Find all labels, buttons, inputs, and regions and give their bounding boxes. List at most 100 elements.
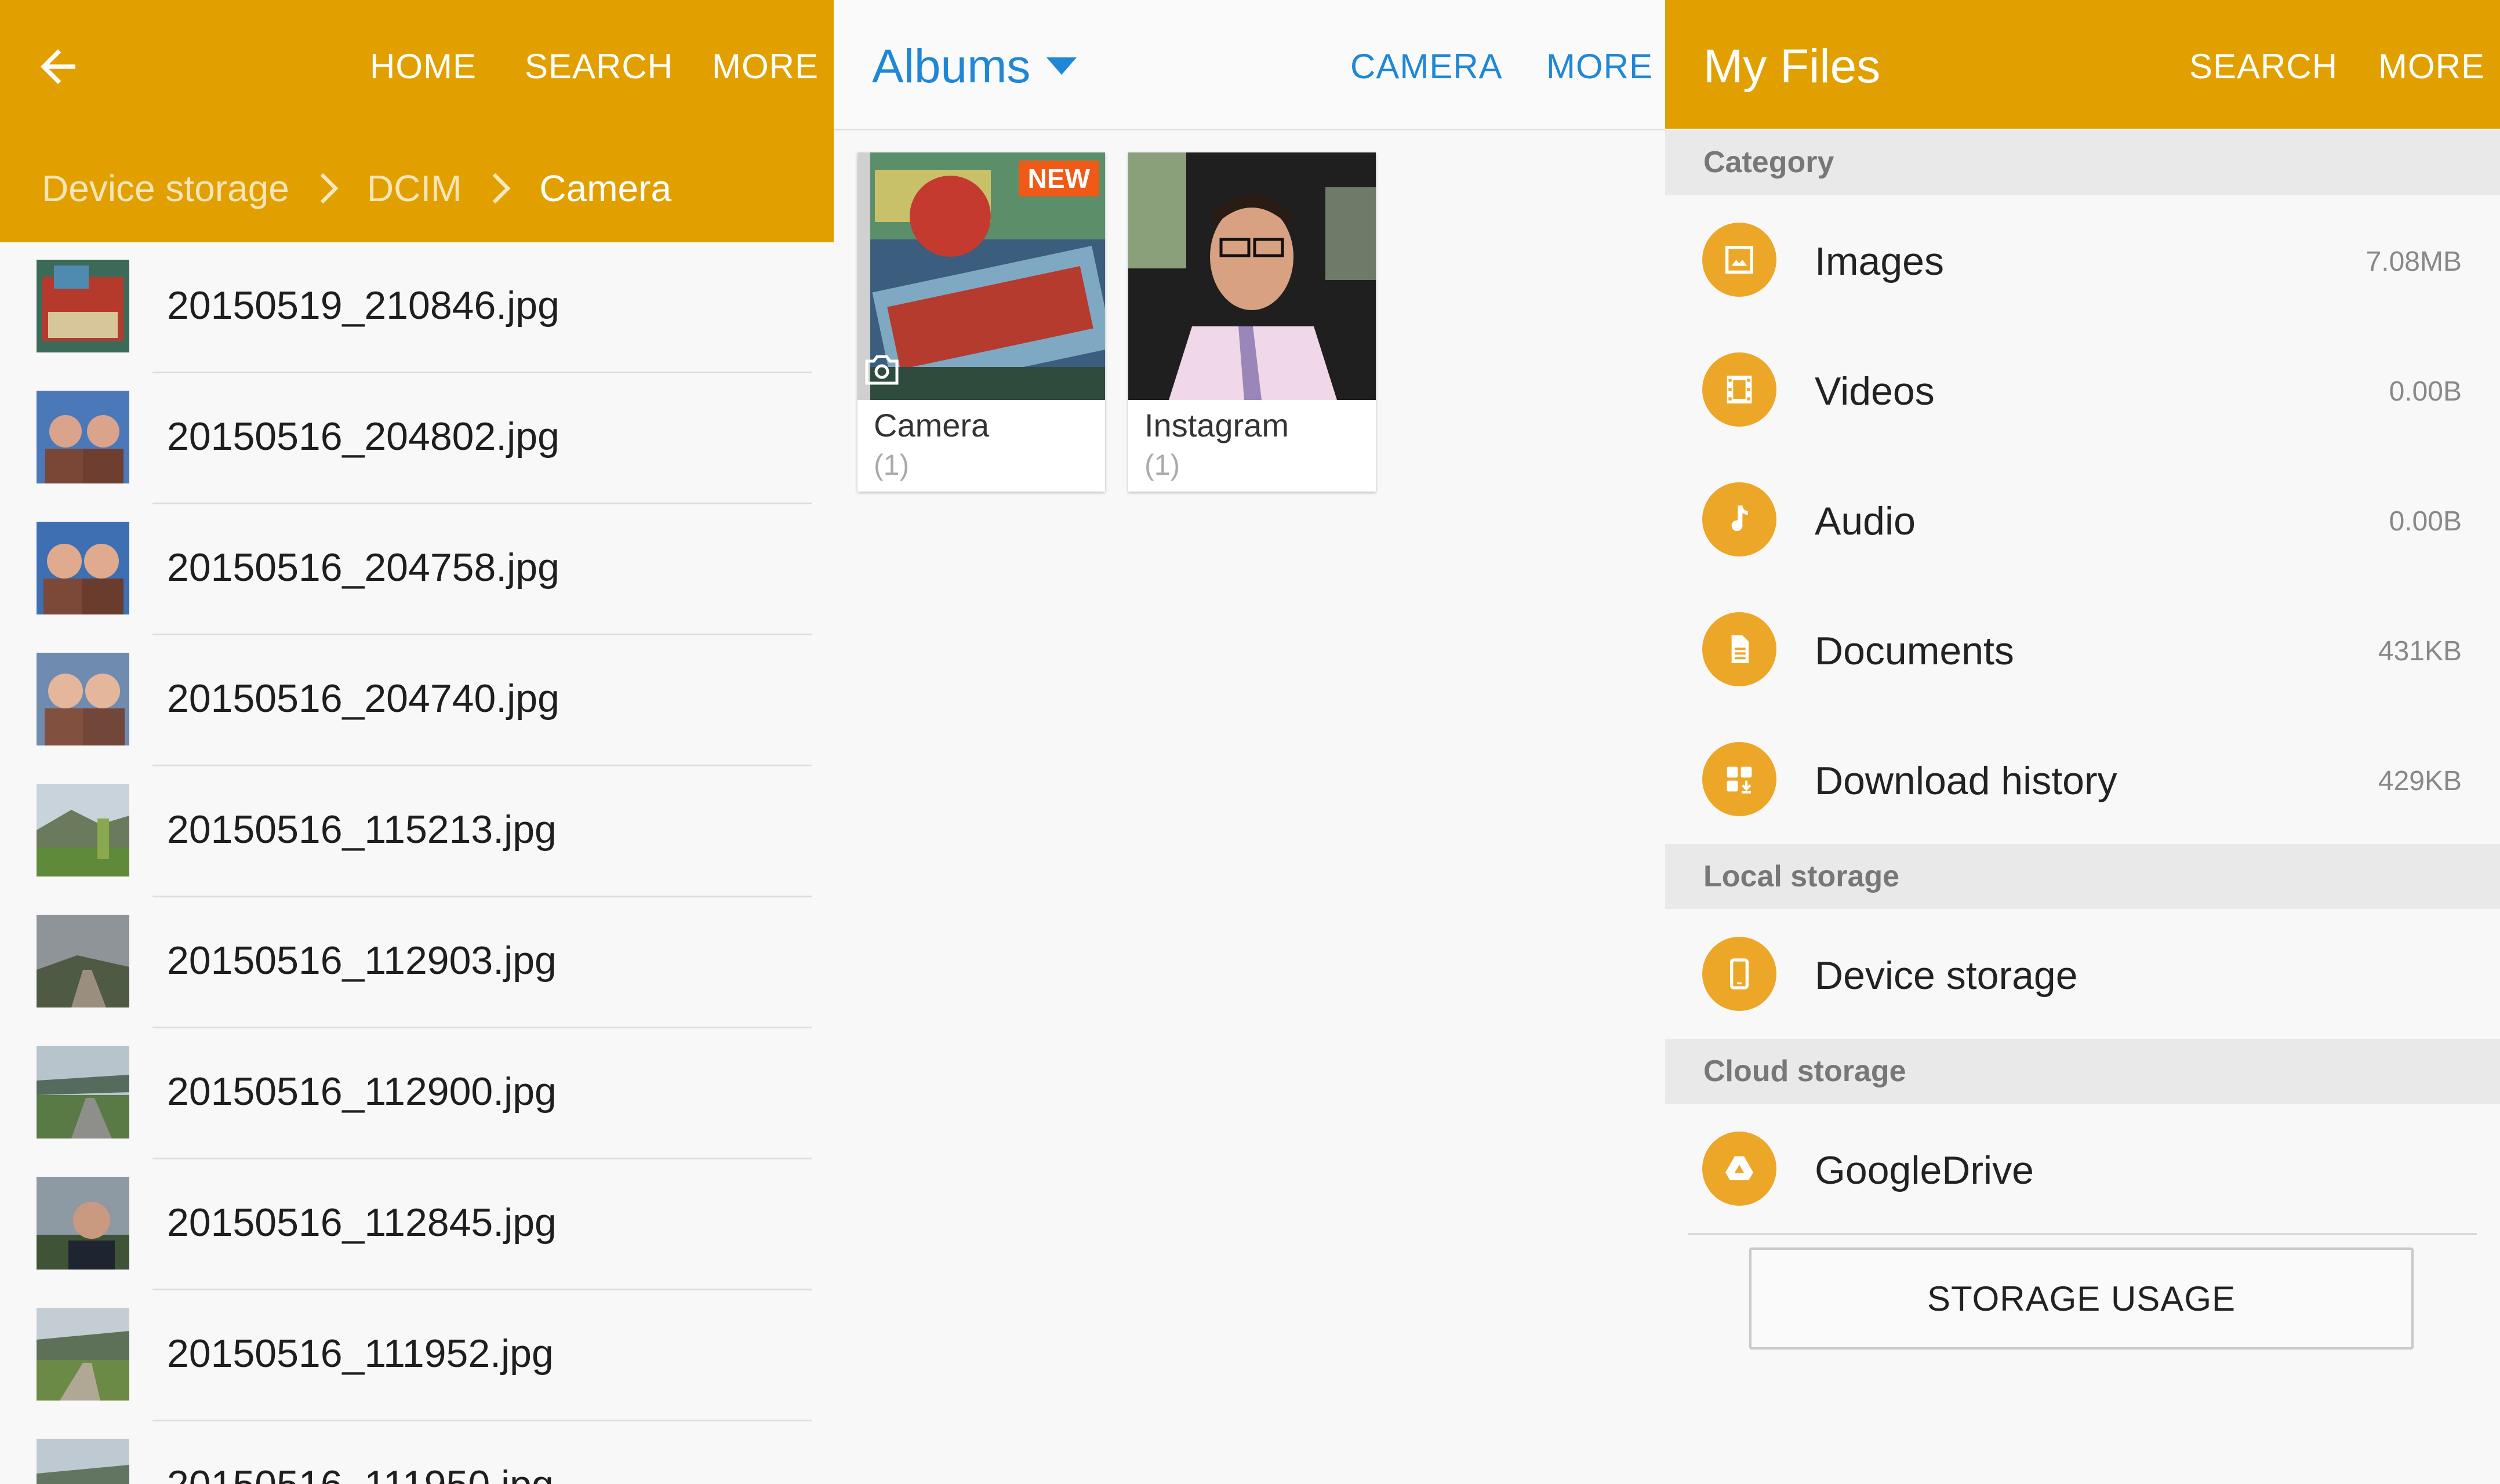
divider (1688, 1233, 2477, 1235)
album-cover: NEW (857, 152, 1105, 400)
section-label: Local storage (1703, 860, 1900, 893)
breadcrumb: Device storage DCIM Camera (42, 165, 671, 212)
google-drive-icon (1702, 1132, 1776, 1206)
category-size: 0.00B (2389, 506, 2462, 537)
list-item[interactable]: 20150516_112845.jpg (0, 1159, 834, 1290)
file-name: 20150516_115213.jpg (167, 808, 557, 852)
category-download-history[interactable]: Download history 429KB (1665, 714, 2500, 844)
file-thumbnail (37, 391, 129, 483)
category-size: 7.08MB (2365, 246, 2462, 277)
file-name: 20150516_112903.jpg (167, 939, 557, 983)
list-item[interactable]: 20150516_204758.jpg (0, 504, 834, 635)
file-thumbnail (37, 1177, 129, 1270)
breadcrumb-device-storage[interactable]: Device storage (42, 167, 289, 210)
category-label: Audio (1815, 499, 1916, 543)
file-thumbnail (37, 1046, 129, 1139)
image-icon (1702, 223, 1776, 297)
list-item[interactable]: 20150516_115213.jpg (0, 766, 834, 897)
chevron-right-icon (493, 173, 511, 204)
document-icon (1702, 612, 1776, 686)
list-item[interactable]: 20150516_112903.jpg (0, 897, 834, 1028)
file-thumbnail (37, 915, 129, 1007)
category-size: 431KB (2378, 636, 2462, 667)
breadcrumb-dcim[interactable]: DCIM (367, 167, 462, 210)
album-cover (1128, 152, 1376, 400)
file-browser-header: HOME SEARCH MORE Device storage DCIM Cam… (0, 0, 834, 242)
gallery-panel: Albums CAMERA MORE NEW Camera (1) Instag… (834, 0, 1665, 1484)
file-browser-panel: HOME SEARCH MORE Device storage DCIM Cam… (0, 0, 834, 1484)
search-button[interactable]: SEARCH (2189, 46, 2338, 86)
section-header-local-storage: Local storage (1665, 844, 2500, 909)
category-label: Images (1815, 239, 1944, 283)
album-cover-image (1128, 152, 1376, 400)
list-item[interactable]: 20150516_111952.jpg (0, 1290, 834, 1421)
category-label: Documents (1815, 629, 2014, 673)
album-name: Instagram (1144, 407, 1289, 443)
more-button[interactable]: MORE (712, 46, 819, 86)
category-label: Videos (1815, 369, 1935, 413)
list-item[interactable]: 20150516_112900.jpg (0, 1028, 834, 1159)
breadcrumb-camera[interactable]: Camera (539, 167, 671, 210)
storage-label: GoogleDrive (1815, 1148, 2034, 1192)
caret-down-icon (1046, 57, 1077, 75)
chevron-right-icon (320, 173, 339, 204)
page-title: My Files (1703, 40, 1881, 93)
list-item[interactable]: 20150519_210846.jpg (0, 242, 834, 373)
section-label: Cloud storage (1703, 1054, 1906, 1088)
file-name: 20150519_210846.jpg (167, 283, 559, 328)
local-device-storage[interactable]: Device storage (1665, 909, 2500, 1039)
gallery-header: Albums CAMERA MORE (834, 0, 1665, 130)
music-note-icon (1702, 482, 1776, 556)
file-thumbnail (37, 1308, 129, 1401)
film-icon (1702, 352, 1776, 427)
cloud-google-drive[interactable]: GoogleDrive (1665, 1104, 2500, 1234)
file-name: 20150516_204740.jpg (167, 676, 559, 721)
file-name: 20150516_204758.jpg (167, 545, 559, 590)
arrow-left-icon[interactable] (32, 41, 84, 93)
album-card-camera[interactable]: NEW Camera (1) (857, 152, 1105, 492)
category-images[interactable]: Images 7.08MB (1665, 195, 2500, 325)
section-header-category: Category (1665, 130, 2500, 195)
file-name: 20150516_112900.jpg (167, 1070, 557, 1114)
my-files-header: My Files SEARCH MORE (1665, 0, 2500, 129)
file-thumbnail (37, 784, 129, 876)
category-size: 0.00B (2389, 376, 2462, 407)
list-item[interactable]: 20150516_111950.jpg (0, 1421, 834, 1484)
category-audio[interactable]: Audio 0.00B (1665, 454, 2500, 584)
album-name: Camera (874, 407, 990, 443)
album-count: (1) (874, 449, 910, 481)
section-header-cloud-storage: Cloud storage (1665, 1039, 2500, 1104)
file-thumbnail (37, 653, 129, 745)
category-label: Download history (1815, 759, 2117, 803)
file-thumbnail (37, 260, 129, 352)
file-name: 20150516_204802.jpg (167, 414, 559, 459)
my-files-panel: My Files SEARCH MORE Category Images 7.0… (1665, 0, 2500, 1484)
new-badge: NEW (1018, 161, 1099, 197)
download-history-icon (1702, 742, 1776, 816)
album-card-instagram[interactable]: Instagram (1) (1128, 152, 1376, 492)
albums-dropdown[interactable]: Albums (872, 39, 1077, 94)
file-thumbnail (37, 1439, 129, 1484)
home-button[interactable]: HOME (370, 46, 477, 86)
file-name: 20150516_112845.jpg (167, 1201, 557, 1245)
category-size: 429KB (2378, 766, 2462, 796)
file-thumbnail (37, 522, 129, 614)
list-item[interactable]: 20150516_204740.jpg (0, 635, 834, 766)
file-name: 20150516_111952.jpg (167, 1332, 554, 1376)
camera-icon (865, 355, 899, 385)
albums-title: Albums (872, 40, 1031, 93)
more-button[interactable]: MORE (2378, 46, 2485, 86)
section-label: Category (1703, 146, 1834, 179)
file-name: 20150516_111950.jpg (167, 1462, 554, 1484)
storage-usage-button[interactable]: STORAGE USAGE (1749, 1247, 2414, 1350)
search-button[interactable]: SEARCH (525, 46, 673, 86)
album-count: (1) (1144, 449, 1180, 481)
category-documents[interactable]: Documents 431KB (1665, 584, 2500, 714)
more-button[interactable]: MORE (1546, 46, 1653, 86)
list-item[interactable]: 20150516_204802.jpg (0, 373, 834, 504)
category-videos[interactable]: Videos 0.00B (1665, 325, 2500, 454)
file-list: 20150519_210846.jpg 20150516_204802.jpg … (0, 242, 834, 1484)
camera-button[interactable]: CAMERA (1350, 46, 1503, 86)
storage-label: Device storage (1815, 954, 2078, 998)
phone-icon (1702, 937, 1776, 1011)
